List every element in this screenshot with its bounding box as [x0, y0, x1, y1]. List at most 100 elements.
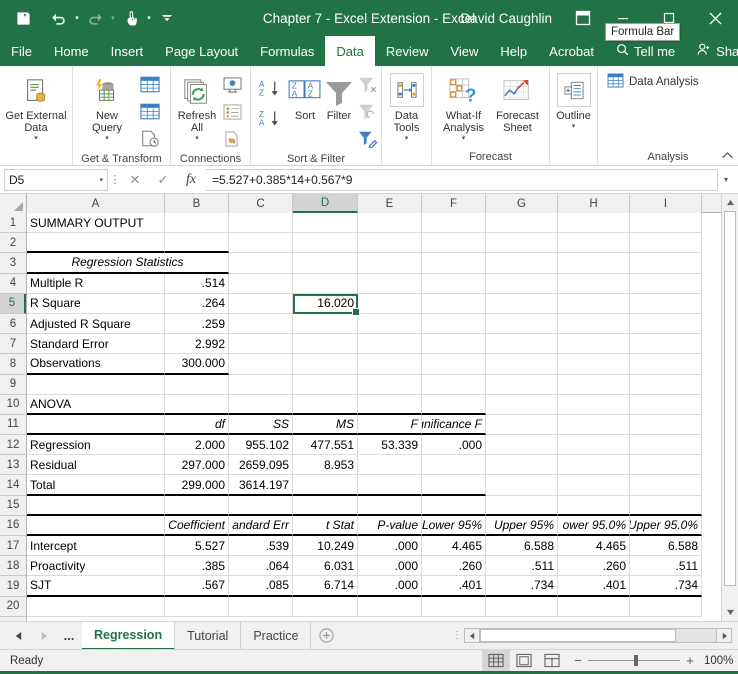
refresh-all-button[interactable]: Refresh All ▾	[176, 70, 218, 142]
page-layout-view-icon[interactable]	[510, 650, 538, 672]
add-sheet-icon[interactable]	[311, 628, 341, 643]
cell-A13[interactable]: Residual	[27, 455, 165, 475]
cell-F8[interactable]	[422, 354, 486, 374]
cell-I15[interactable]	[630, 496, 702, 516]
cell-D17[interactable]: 10.249	[293, 536, 358, 556]
cell-A19[interactable]: SJT	[27, 576, 165, 596]
cell-D15[interactable]	[293, 496, 358, 516]
cell-B15[interactable]	[165, 496, 229, 516]
cell-D20[interactable]	[293, 597, 358, 617]
outline-button[interactable]: Outline ▾	[555, 70, 592, 130]
cell-A4[interactable]: Multiple R	[27, 274, 165, 294]
cell-D8[interactable]	[293, 354, 358, 374]
row-header-18[interactable]: 18	[0, 556, 26, 576]
cell-D12[interactable]: 477.551	[293, 435, 358, 455]
cell-I20[interactable]	[630, 597, 702, 617]
row-header-12[interactable]: 12	[0, 435, 26, 455]
touch-mode-icon[interactable]	[120, 6, 142, 30]
cell-H19[interactable]: .401	[558, 576, 630, 596]
cell-G13[interactable]	[486, 455, 558, 475]
sort-descending-icon[interactable]: ZA	[256, 103, 286, 132]
cell-G8[interactable]	[486, 354, 558, 374]
scroll-down-icon[interactable]	[722, 604, 738, 621]
cell-H2[interactable]	[558, 233, 630, 253]
row-header-1[interactable]: 1	[0, 213, 26, 233]
column-header-i[interactable]: I	[630, 194, 702, 213]
cell-F7[interactable]	[422, 334, 486, 354]
cell-I16[interactable]: Upper 95.0%	[630, 516, 702, 536]
cell-A10[interactable]: ANOVA	[27, 395, 165, 415]
cell-I10[interactable]	[630, 395, 702, 415]
cell-I9[interactable]	[630, 375, 702, 395]
cell-G4[interactable]	[486, 274, 558, 294]
scroll-up-icon[interactable]	[722, 194, 738, 211]
cell-B12[interactable]: 2.000	[165, 435, 229, 455]
cell-H16[interactable]: ower 95.0%	[558, 516, 630, 536]
cell-A12[interactable]: Regression	[27, 435, 165, 455]
cell-B11[interactable]: df	[165, 415, 229, 435]
cell-H6[interactable]	[558, 314, 630, 334]
tab-view[interactable]: View	[439, 36, 489, 66]
horizontal-scroll-thumb[interactable]	[480, 629, 676, 642]
recent-sources-icon[interactable]	[137, 126, 163, 151]
vertical-scroll-thumb[interactable]	[724, 211, 736, 586]
properties-icon[interactable]	[219, 99, 245, 124]
cell-A14[interactable]: Total	[27, 475, 165, 495]
column-header-h[interactable]: H	[558, 194, 630, 213]
tab-help[interactable]: Help	[489, 36, 538, 66]
scroll-left-icon[interactable]	[464, 628, 480, 643]
cell-I8[interactable]	[630, 354, 702, 374]
from-table-icon[interactable]	[137, 99, 163, 124]
cell-I2[interactable]	[630, 233, 702, 253]
cell-F9[interactable]	[422, 375, 486, 395]
cell-E3[interactable]	[358, 253, 422, 273]
cell-F5[interactable]	[422, 294, 486, 314]
cell-D19[interactable]: 6.714	[293, 576, 358, 596]
cell-B6[interactable]: .259	[165, 314, 229, 334]
connections-icon[interactable]	[219, 72, 245, 97]
what-if-analysis-button[interactable]: ? What-If Analysis ▾	[437, 70, 490, 142]
cell-A1[interactable]: SUMMARY OUTPUT	[27, 213, 165, 233]
get-external-data-button[interactable]: Get External Data ▾	[5, 70, 67, 142]
column-header-b[interactable]: B	[165, 194, 229, 213]
cell-H4[interactable]	[558, 274, 630, 294]
cell-D16[interactable]: t Stat	[293, 516, 358, 536]
cell-I17[interactable]: 6.588	[630, 536, 702, 556]
cell-B5[interactable]: .264	[165, 294, 229, 314]
cell-B19[interactable]: .567	[165, 576, 229, 596]
cell-B10[interactable]	[165, 395, 229, 415]
next-sheet-icon[interactable]	[32, 625, 56, 647]
cell-E10[interactable]	[358, 395, 422, 415]
cell-D4[interactable]	[293, 274, 358, 294]
cell-E18[interactable]: .000	[358, 556, 422, 576]
cell-I3[interactable]	[630, 253, 702, 273]
cell-I7[interactable]	[630, 334, 702, 354]
cell-C19[interactable]: .085	[229, 576, 293, 596]
cell-E2[interactable]	[358, 233, 422, 253]
touch-mode-caret-icon[interactable]: ▾	[144, 6, 154, 30]
collapse-ribbon-icon[interactable]	[721, 151, 734, 163]
cell-C17[interactable]: .539	[229, 536, 293, 556]
cell-G17[interactable]: 6.588	[486, 536, 558, 556]
cell-E1[interactable]	[358, 213, 422, 233]
cell-C16[interactable]: andard Err	[229, 516, 293, 536]
chevron-down-icon[interactable]: ▾	[99, 176, 103, 184]
horizontal-scrollbar[interactable]	[464, 627, 732, 644]
show-queries-icon[interactable]	[137, 72, 163, 97]
cell-A3[interactable]: Regression Statistics	[27, 253, 229, 273]
row-header-2[interactable]: 2	[0, 233, 26, 253]
column-header-e[interactable]: E	[358, 194, 422, 213]
undo-caret-icon[interactable]: ▾	[72, 6, 82, 30]
cell-I14[interactable]	[630, 475, 702, 495]
cell-E19[interactable]: .000	[358, 576, 422, 596]
page-break-view-icon[interactable]	[538, 650, 566, 672]
cell-G10[interactable]	[486, 395, 558, 415]
cell-F15[interactable]	[422, 496, 486, 516]
tab-file[interactable]: File	[0, 36, 43, 66]
cell-C1[interactable]	[229, 213, 293, 233]
filter-button[interactable]: Filter	[324, 70, 354, 122]
forecast-sheet-button[interactable]: Forecast Sheet	[491, 70, 544, 134]
sheet-tab-practice[interactable]: Practice	[241, 622, 311, 650]
advanced-filter-icon[interactable]	[355, 126, 381, 151]
cell-D18[interactable]: 6.031	[293, 556, 358, 576]
